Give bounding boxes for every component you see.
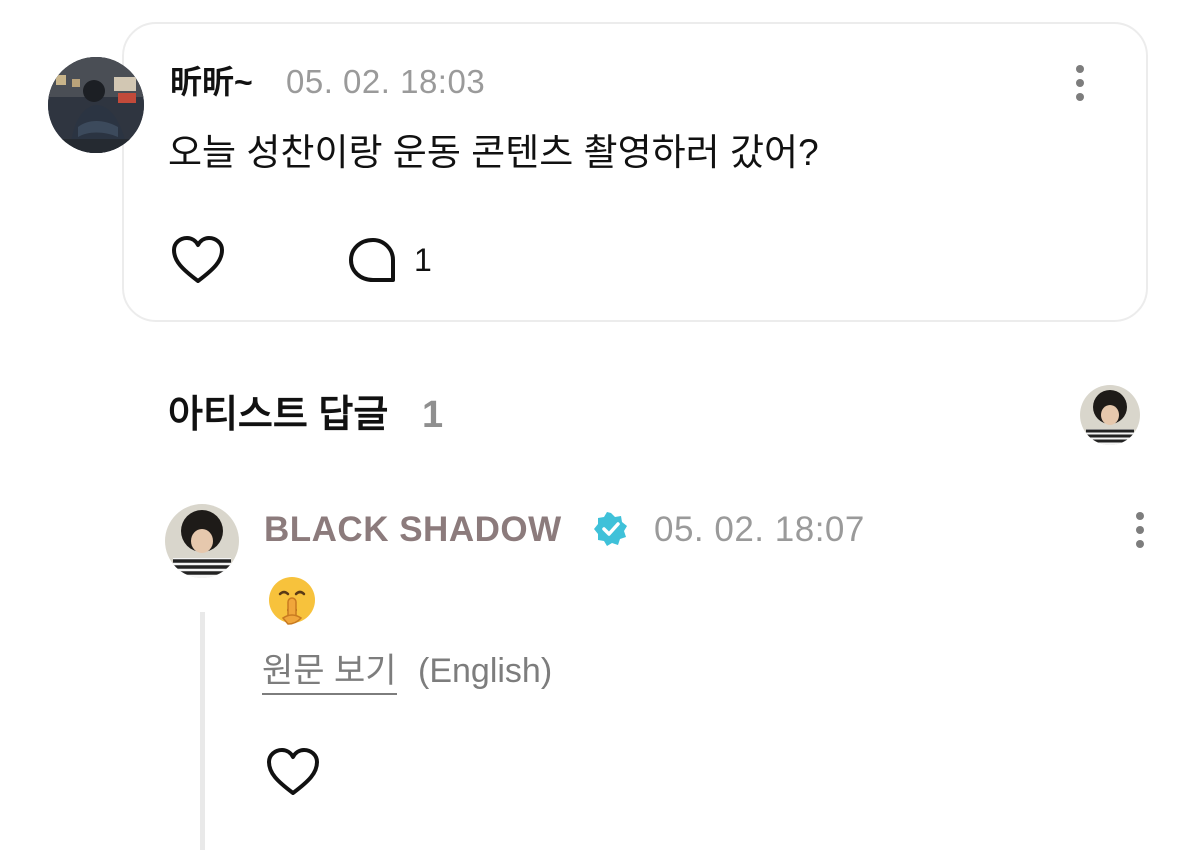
artist-replies-title: 아티스트 답글 [168,394,389,436]
dot [1136,526,1144,534]
verified-badge-icon [594,512,628,546]
artist-avatar-photo [1080,385,1140,445]
dot [1076,93,1084,101]
post-like-heart-icon[interactable] [170,234,226,286]
post-body-text: 오늘 성찬이랑 운동 콘텐츠 촬영하러 갔어? [168,132,819,173]
post-comment-bubble-icon[interactable] [346,236,400,286]
dot [1076,79,1084,87]
reply-avatar-photo [165,504,239,578]
reply-author-avatar[interactable] [165,504,239,578]
post-author-name[interactable]: 昕昕~ [170,62,253,102]
post-author-avatar[interactable] [48,57,144,153]
page: 昕昕~ 05. 02. 18:03 오늘 성찬이랑 운동 콘텐츠 촬영하러 갔어… [0,0,1200,850]
reply-author-name[interactable]: BLACK SHADOW [264,508,562,552]
thread-line [200,612,205,850]
post-timestamp: 05. 02. 18:03 [286,63,486,100]
reply-more-icon[interactable] [1128,510,1152,550]
shushing-face-emoji-icon [266,574,318,626]
post-comment-count: 1 [414,242,432,278]
original-language-label: (English) [418,652,553,690]
view-original-link[interactable]: 원문 보기 [262,650,397,695]
artist-replies-count: 1 [422,394,444,436]
artist-avatar-header[interactable] [1080,385,1140,445]
post-more-icon[interactable] [1068,63,1092,103]
reply-like-heart-icon[interactable] [265,746,321,798]
dot [1136,512,1144,520]
dot [1076,65,1084,73]
avatar-photo [48,57,144,153]
dot [1136,540,1144,548]
reply-timestamp: 05. 02. 18:07 [654,510,865,549]
